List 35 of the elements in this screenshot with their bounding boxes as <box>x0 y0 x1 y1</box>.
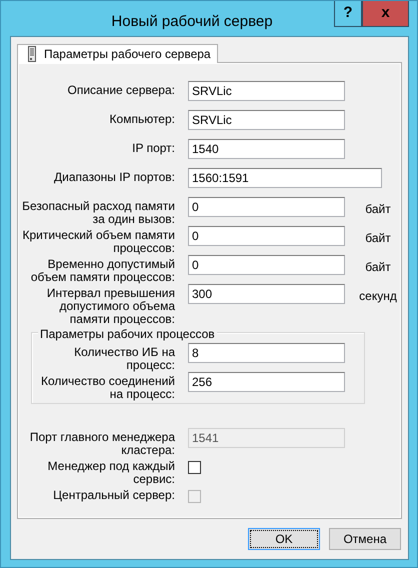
field-label: Интервал превышения допустимого объема памяти процессов: <box>46 285 175 326</box>
field-label: Временно допустимый объем памяти процессов: <box>30 256 175 284</box>
field-label: Безопасный расход памяти за один вызов: <box>21 198 175 226</box>
field-label: Центральный сервер: <box>52 487 175 502</box>
field-label: Менеджер под каждый сервис: <box>46 458 175 486</box>
field-label: Компьютер: <box>108 111 175 126</box>
field-label: Критический объем памяти процессов: <box>21 227 175 255</box>
input-field[interactable]: 0 <box>188 255 345 275</box>
unit-label: байт <box>365 201 392 218</box>
field-label: Описание сервера: <box>66 82 175 97</box>
unit-label: байт <box>365 259 392 276</box>
cancel-button[interactable]: Отмена <box>329 528 401 550</box>
checkbox[interactable] <box>188 461 201 474</box>
input-field[interactable]: 300 <box>188 284 345 304</box>
input-field[interactable]: 0 <box>188 226 345 246</box>
input-field[interactable]: 1540 <box>188 139 345 159</box>
unit-label: секунд <box>359 288 398 305</box>
field-label: Количество соединений на процесс: <box>40 373 175 401</box>
ok-button[interactable]: OK <box>248 528 320 550</box>
tab[interactable]: Параметры рабочего сервера <box>17 44 218 63</box>
help-button[interactable]: ? <box>334 1 362 27</box>
input-field[interactable]: 0 <box>188 197 345 217</box>
window-title: Новый рабочий сервер <box>110 12 274 32</box>
input-field[interactable]: 1560:1591 <box>188 168 382 188</box>
field-label: IP порт: <box>131 140 175 155</box>
field-label: Количество ИБ на процесс: <box>73 344 175 372</box>
field-label: Диапазоны IP портов: <box>53 169 175 184</box>
field-label: Порт главного менеджера кластера: <box>28 429 175 457</box>
group-title: Параметры рабочих процессов <box>38 325 217 343</box>
input-field[interactable]: 256 <box>188 372 345 392</box>
input-field[interactable]: SRVLic <box>188 110 345 130</box>
close-button[interactable]: x <box>362 1 409 27</box>
unit-label: байт <box>365 230 392 247</box>
input-field[interactable]: 8 <box>188 343 345 363</box>
input-field[interactable]: SRVLic <box>188 81 345 101</box>
